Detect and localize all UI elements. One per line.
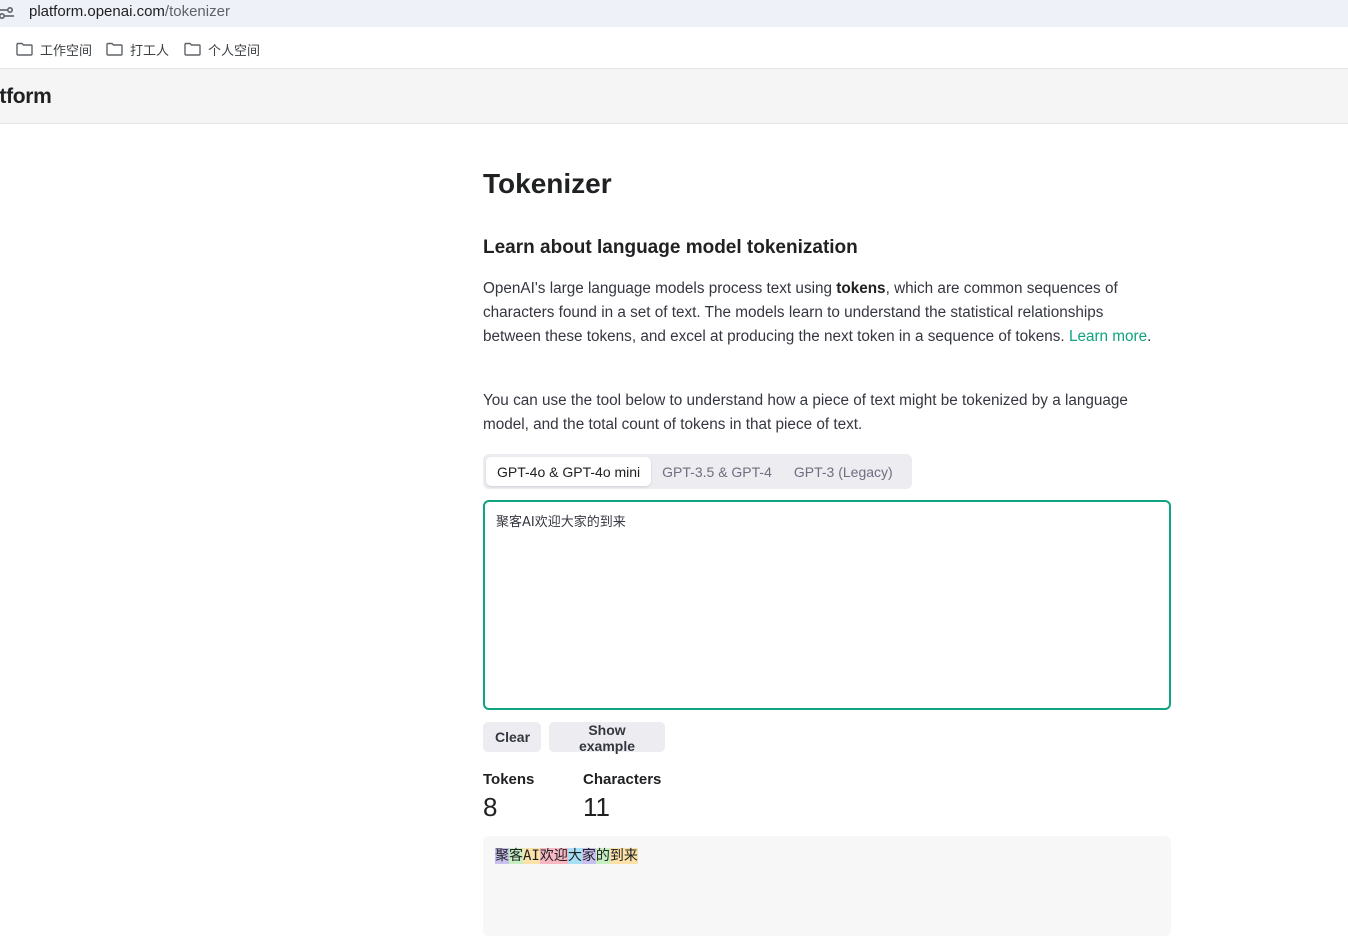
folder-icon <box>16 42 33 56</box>
clear-button[interactable]: Clear <box>483 722 541 752</box>
address-bar[interactable]: platform.openai.com/tokenizer <box>0 0 1348 27</box>
tab-gpt-3-5-gpt-4[interactable]: GPT-3.5 & GPT-4 <box>651 457 783 486</box>
page-title: Tokenizer <box>483 168 612 199</box>
section-title: Learn about language model tokenization <box>483 237 858 258</box>
folder-icon <box>106 42 123 56</box>
tool-description: You can use the tool below to understand… <box>483 392 1128 433</box>
token-span: 客 <box>509 848 523 864</box>
app-header: atform <box>0 69 1348 124</box>
token-span: 欢迎 <box>539 848 568 864</box>
token-span: 大 <box>567 848 582 864</box>
tokens-stat: Tokens 8 <box>483 771 534 823</box>
characters-stat: Characters 11 <box>583 771 661 823</box>
show-example-button[interactable]: Show example <box>549 722 665 754</box>
characters-count: 11 <box>583 792 610 822</box>
url-path: /tokenizer <box>164 3 230 20</box>
characters-label: Characters <box>583 771 662 788</box>
bookmark-folder[interactable]: 工作空间 <box>16 40 92 58</box>
bookmark-label: 个人空间 <box>208 42 261 58</box>
tokens-count: 8 <box>483 792 498 822</box>
model-tabs: GPT-4o & GPT-4o mini GPT-3.5 & GPT-4 GPT… <box>483 454 912 489</box>
url-text[interactable]: platform.openai.com/tokenizer <box>29 3 230 20</box>
tab-gpt-4o[interactable]: GPT-4o & GPT-4o mini <box>486 457 652 486</box>
intro-text-end: . <box>1147 328 1152 345</box>
bookmark-label: 打工人 <box>130 42 170 58</box>
token-span: 家 <box>581 848 596 864</box>
tokens-keyword: tokens <box>836 280 886 297</box>
folder-icon <box>184 42 201 56</box>
intro-paragraph: OpenAI's large language models process t… <box>483 277 1163 349</box>
learn-more-link[interactable]: Learn more <box>1069 328 1147 345</box>
bookmark-label: 工作空间 <box>40 42 93 58</box>
token-span: 的 <box>595 848 610 864</box>
tokenized-output: 聚客AI欢迎大家的到来 <box>483 836 1171 936</box>
site-settings-icon[interactable] <box>0 3 16 23</box>
token-span: 到来 <box>609 848 638 864</box>
bookmark-folder[interactable]: 个人空间 <box>184 40 260 58</box>
tokenizer-text-input[interactable]: 聚客AI欢迎大家的到来 <box>483 500 1171 710</box>
bookmarks-bar: 工作空间 打工人 个人空间 <box>0 28 1348 69</box>
url-host: platform.openai.com <box>29 3 165 20</box>
token-span: 聚 <box>495 848 509 864</box>
token-span: AI <box>523 848 540 864</box>
brand-logo-text[interactable]: atform <box>0 85 52 109</box>
tab-gpt-3-legacy[interactable]: GPT-3 (Legacy) <box>783 457 904 486</box>
bookmark-folder[interactable]: 打工人 <box>106 40 169 58</box>
intro-text-a: OpenAI's large language models process t… <box>483 280 837 297</box>
tokens-label: Tokens <box>483 771 535 788</box>
